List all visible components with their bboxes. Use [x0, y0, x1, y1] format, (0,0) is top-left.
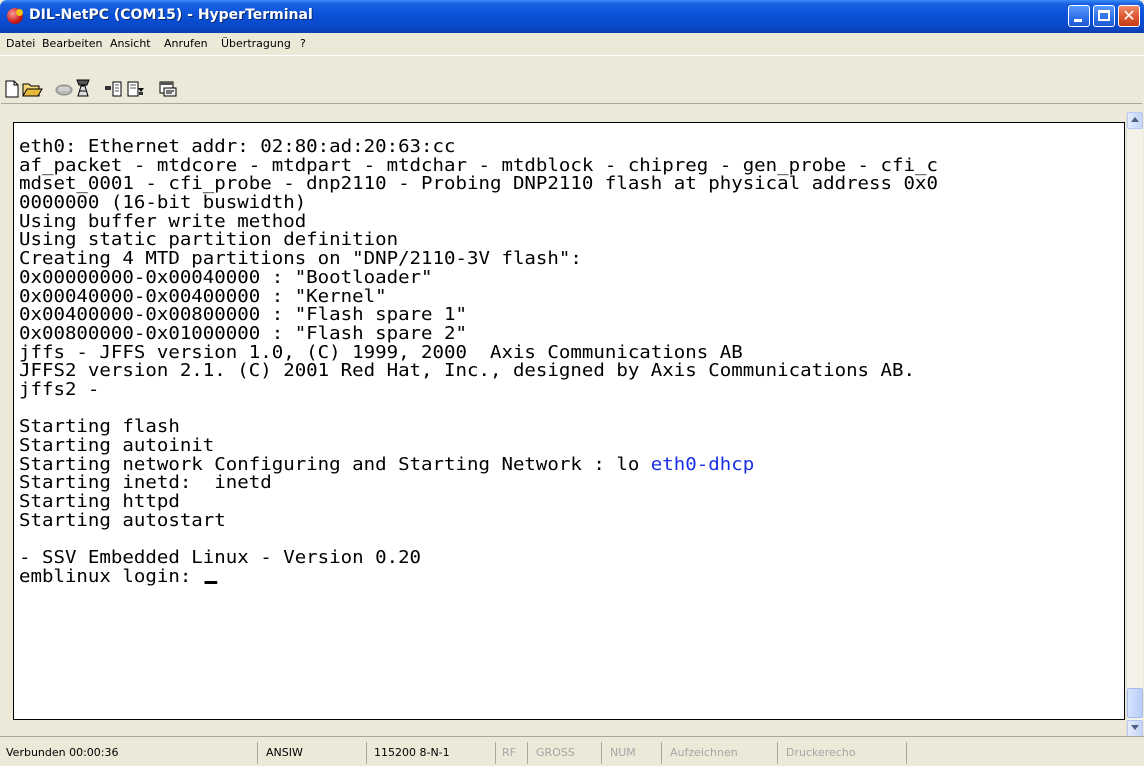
- terminal-line: Starting autostart: [19, 509, 226, 531]
- phone-icon[interactable]: [74, 78, 94, 98]
- terminal-highlight: eth0-dhcp: [650, 453, 755, 475]
- terminal-line: jffs2 -: [19, 378, 100, 400]
- status-connected: Verbunden 00:00:36: [2, 742, 258, 764]
- receive-icon[interactable]: [126, 80, 146, 100]
- status-bar: Verbunden 00:00:36 ANSIW 115200 8-N-1 RF…: [0, 736, 1144, 766]
- status-emulation: ANSIW: [262, 742, 367, 764]
- new-icon[interactable]: [4, 80, 24, 100]
- send-icon[interactable]: [104, 80, 124, 100]
- text-cursor: [204, 580, 218, 584]
- menu-anrufen[interactable]: Anrufen: [164, 37, 208, 50]
- terminal-output: eth0: Ethernet addr: 02:80:ad:20:63:cc a…: [19, 137, 938, 587]
- scroll-thumb[interactable]: [1127, 688, 1143, 718]
- toolbar: [0, 55, 1144, 103]
- status-gross: GROSS: [532, 742, 602, 764]
- menu-ansicht[interactable]: Ansicht: [110, 37, 151, 50]
- maximize-button[interactable]: [1093, 5, 1115, 27]
- open-icon[interactable]: [22, 80, 43, 100]
- terminal-prompt-line[interactable]: emblinux login:: [19, 565, 938, 587]
- properties-icon[interactable]: [158, 80, 178, 100]
- terminal-screen[interactable]: eth0: Ethernet addr: 02:80:ad:20:63:cc a…: [13, 122, 1125, 720]
- close-icon: ✕: [1122, 6, 1136, 25]
- status-num: NUM: [606, 742, 662, 764]
- menu-uebertragung[interactable]: Übertragung: [221, 37, 291, 50]
- maximize-icon: [1098, 10, 1110, 21]
- status-print-echo: Druckerecho: [782, 742, 907, 764]
- vertical-scrollbar[interactable]: [1126, 112, 1143, 737]
- scroll-up-button[interactable]: [1127, 112, 1143, 129]
- minimize-button[interactable]: [1068, 5, 1090, 27]
- menu-help[interactable]: ?: [300, 37, 306, 50]
- close-button[interactable]: ✕: [1118, 5, 1140, 27]
- hyperterminal-app-icon[interactable]: [7, 8, 23, 24]
- scroll-down-button[interactable]: [1127, 720, 1143, 737]
- menu-bearbeiten[interactable]: Bearbeiten: [42, 37, 102, 50]
- login-prompt: emblinux login:: [19, 565, 203, 587]
- menu-bar: Datei Bearbeiten Ansicht Anrufen Übertra…: [0, 33, 1144, 55]
- status-rf: RF: [498, 742, 528, 764]
- status-capture: Aufzeichnen: [666, 742, 778, 764]
- window-title: DIL-NetPC (COM15) - HyperTerminal: [29, 7, 313, 23]
- title-bar[interactable]: DIL-NetPC (COM15) - HyperTerminal ✕: [0, 0, 1144, 33]
- status-port-settings: 115200 8-N-1: [370, 742, 496, 764]
- chevron-up-icon: [1131, 117, 1139, 122]
- disconnect-icon[interactable]: [54, 80, 74, 100]
- minimize-icon: [1074, 19, 1082, 22]
- chevron-down-icon: [1131, 725, 1139, 730]
- terminal-line: JFFS2 version 2.1. (C) 2001 Red Hat, Inc…: [19, 360, 915, 382]
- menu-datei[interactable]: Datei: [6, 37, 35, 50]
